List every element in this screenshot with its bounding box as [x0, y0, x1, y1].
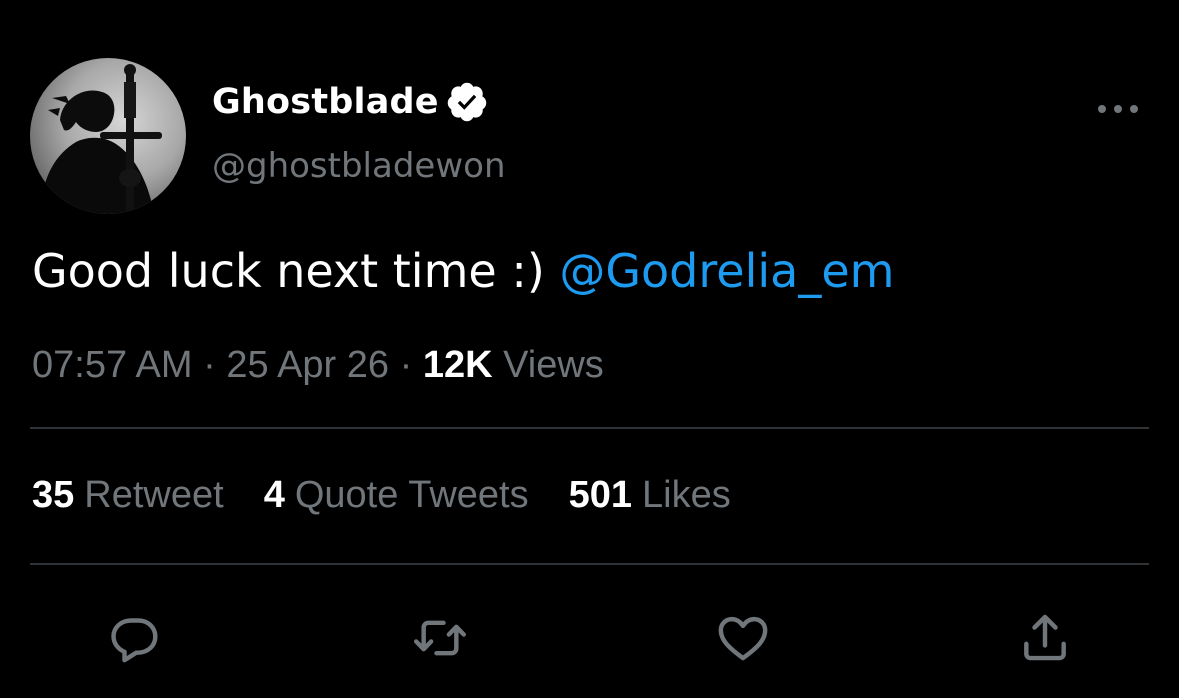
tweet-time[interactable]: 07:57 AM	[32, 344, 193, 386]
quote-tweets-count: 4	[263, 474, 285, 516]
tweet-date[interactable]: 25 Apr 26	[226, 344, 389, 386]
tweet-detail: Ghostblade @ghostbladewon Good luck next…	[0, 0, 1179, 698]
engagement-stats: 35 Retweet 4 Quote Tweets 501 Likes	[32, 474, 731, 517]
like-button[interactable]	[713, 608, 773, 668]
display-name-row[interactable]: Ghostblade	[212, 78, 489, 126]
meta-separator: ·	[203, 344, 216, 386]
quote-tweets-label: Quote Tweets	[294, 474, 529, 516]
heart-icon	[718, 616, 768, 661]
tweet-meta: 07:57 AM · 25 Apr 26 · 12K Views	[32, 344, 604, 387]
retweet-icon	[413, 620, 467, 656]
likes-stat[interactable]: 501 Likes	[569, 474, 731, 517]
likes-count: 501	[568, 474, 633, 516]
tweet-body: Good luck next time :)	[32, 244, 560, 298]
verified-badge-icon	[447, 82, 486, 122]
views-count[interactable]: 12K	[423, 344, 493, 386]
tweet-text: Good luck next time :) @Godrelia_em	[32, 244, 894, 298]
mention-link[interactable]: @Godrelia_em	[559, 244, 894, 298]
more-horizontal-icon	[1098, 105, 1138, 113]
retweets-label: Retweet	[84, 474, 224, 516]
share-button[interactable]	[1015, 608, 1075, 668]
avatar-image	[40, 64, 162, 214]
divider	[30, 563, 1149, 565]
divider	[30, 427, 1149, 429]
retweets-count: 35	[32, 474, 75, 516]
reply-icon	[111, 618, 158, 663]
likes-label: Likes	[642, 474, 731, 516]
display-name[interactable]: Ghostblade	[212, 82, 439, 122]
meta-separator: ·	[399, 344, 413, 386]
views-label: Views	[503, 344, 604, 386]
retweets-stat[interactable]: 35 Retweet	[32, 474, 224, 517]
retweet-button[interactable]	[410, 608, 470, 668]
avatar[interactable]	[30, 58, 186, 214]
share-icon	[1024, 614, 1066, 661]
more-options-button[interactable]	[1090, 94, 1146, 124]
quote-tweets-stat[interactable]: 4 Quote Tweets	[264, 474, 529, 517]
reply-button[interactable]	[105, 608, 165, 668]
user-handle[interactable]: @ghostbladewon	[212, 146, 506, 186]
